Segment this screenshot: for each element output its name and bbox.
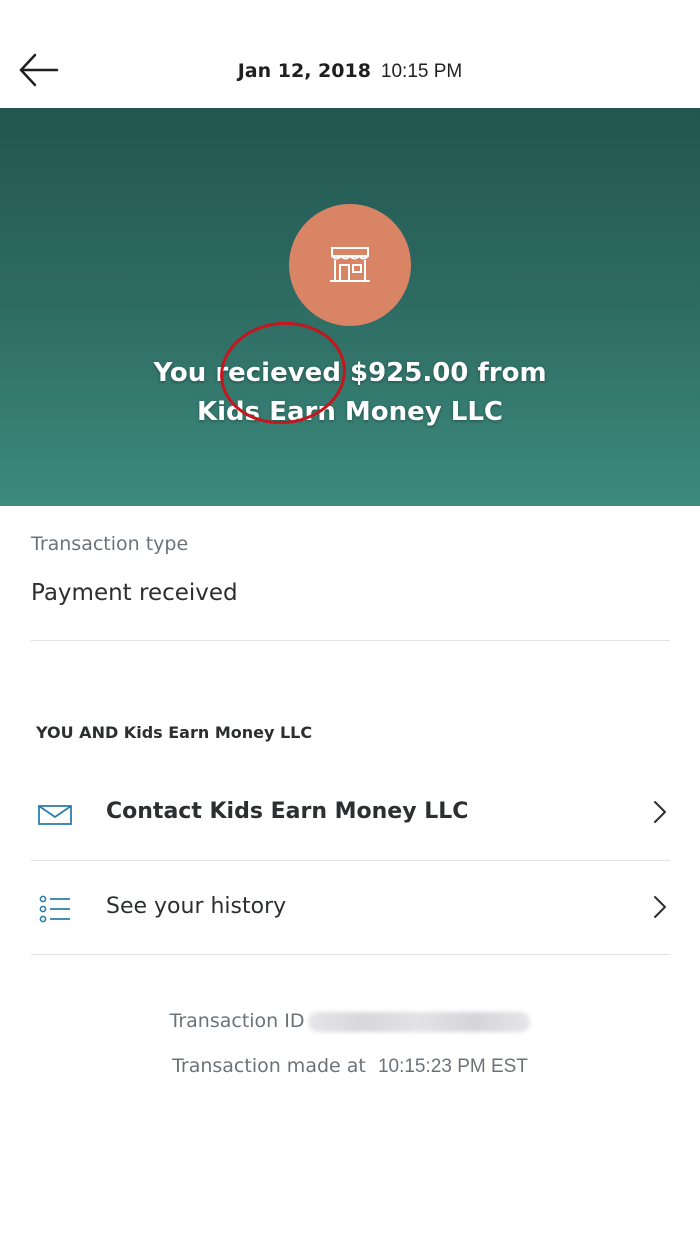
envelope-icon xyxy=(38,805,72,825)
transaction-made-at-label: Transaction made at xyxy=(172,1055,366,1077)
see-history-row[interactable]: See your history xyxy=(31,862,670,956)
merchant-avatar xyxy=(289,204,411,326)
payment-headline: You recieved $925.00 from Kids Earn Mone… xyxy=(0,354,700,432)
transaction-details-screen: Jan 12, 2018 10:15 PM You recieved $925.0… xyxy=(0,0,700,1244)
transaction-id: Transaction ID xyxy=(0,1010,700,1032)
payment-summary-banner: You recieved $925.00 from Kids Earn Mone… xyxy=(0,108,700,506)
transaction-time: 10:15 PM xyxy=(380,61,463,82)
chevron-right-icon xyxy=(654,896,666,918)
chevron-right-icon xyxy=(654,801,666,823)
transaction-type-label: Transaction type xyxy=(31,533,189,555)
transaction-datetime: Jan 12, 2018 10:15 PM xyxy=(0,60,700,83)
payment-headline-sender: Kids Earn Money LLC xyxy=(197,397,503,427)
list-icon xyxy=(39,895,70,923)
divider xyxy=(31,640,670,641)
transaction-id-value-redacted xyxy=(308,1011,531,1032)
see-history-label: See your history xyxy=(106,894,287,919)
transaction-made-at: Transaction made at 10:15:23 PM EST xyxy=(0,1055,700,1078)
transaction-type-value: Payment received xyxy=(31,580,238,606)
section-heading: YOU AND Kids Earn Money LLC xyxy=(36,723,313,742)
transaction-made-at-value: 10:15:23 PM EST xyxy=(377,1056,528,1077)
contact-merchant-row[interactable]: Contact Kids Earn Money LLC xyxy=(31,767,670,861)
top-bar: Jan 12, 2018 10:15 PM xyxy=(0,0,700,108)
divider xyxy=(31,860,670,861)
divider xyxy=(31,954,670,955)
transaction-id-label: Transaction ID xyxy=(169,1010,305,1032)
payment-headline-amount: You recieved $925.00 from xyxy=(153,358,547,388)
contact-merchant-label: Contact Kids Earn Money LLC xyxy=(106,799,469,824)
storefront-icon xyxy=(330,247,370,282)
transaction-date: Jan 12, 2018 xyxy=(237,60,371,82)
